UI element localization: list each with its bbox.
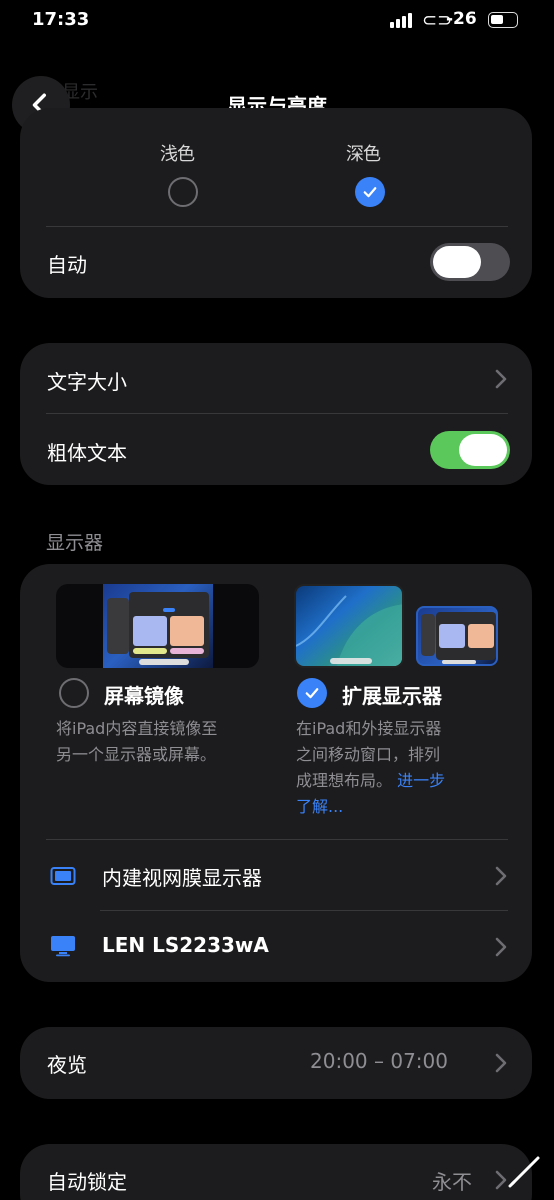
light-option-label: 浅色 [160,144,195,165]
night-shift-value: 20:00 – 07:00 [310,1049,448,1073]
chevron-right-icon[interactable] [494,1053,508,1073]
mirror-preview[interactable] [56,584,259,668]
mirror-description: 将iPad内容直接镜像至 另一个显示器或屏幕。 [56,719,218,764]
light-radio[interactable] [168,177,198,207]
ipad-display-icon [50,867,76,885]
extend-title[interactable]: 扩展显示器 [342,680,442,709]
chevron-right-icon[interactable] [494,937,508,957]
signal-strength-text: -26 [446,9,477,29]
dark-radio[interactable] [355,177,385,207]
night-shift-label[interactable]: 夜览 [47,1049,87,1078]
extend-preview-ipad[interactable] [416,606,498,666]
auto-toggle[interactable] [430,243,510,281]
page: 17:33 ⊂⊃ -26 显示 显示与亮度 浅色 深色 自动 文字大小 粗体文本… [0,0,554,1200]
divider [46,226,508,227]
divider [46,413,508,414]
extend-radio[interactable] [297,678,327,708]
auto-lock-value: 永不 [432,1170,472,1194]
battery-icon [488,12,518,28]
auto-label: 自动 [47,253,87,277]
auto-lock-label[interactable]: 自动锁定 [47,1166,127,1195]
checkmark-icon [305,688,319,699]
mirror-title[interactable]: 屏幕镜像 [104,680,184,709]
toggle-knob [459,434,507,466]
chevron-right-icon[interactable] [494,866,508,886]
status-time: 17:33 [32,9,90,30]
night-shift-group[interactable] [20,1027,532,1099]
dark-option-label: 深色 [346,144,381,165]
checkmark-icon [363,187,377,198]
mirror-radio[interactable] [59,678,89,708]
signal-icon [390,12,414,28]
toggle-knob [433,246,481,278]
divider [46,839,508,840]
extend-description: 在iPad和外接显示器 之间移动窗口，排列 成理想布局。 进一步 了解... [296,719,446,816]
pencil-icon [508,1156,540,1188]
monitor-icon [51,936,75,957]
chevron-right-icon[interactable] [494,369,508,389]
chevron-right-icon[interactable] [494,1170,508,1190]
divider [100,910,508,911]
displays-section-header: 显示器 [46,532,104,554]
bold-text-toggle[interactable] [430,431,510,469]
status-bar: 17:33 ⊂⊃ -26 [0,0,554,40]
wallpaper-swirl [296,595,402,666]
bold-text-label: 粗体文本 [47,441,127,465]
external-display-label[interactable]: LEN LS2233wA [102,933,269,957]
ipad-screenshot [103,584,213,668]
builtin-display-label[interactable]: 内建视网膜显示器 [102,862,262,891]
extend-preview-external[interactable] [294,584,404,668]
learn-more-link-cont[interactable]: 了解... [296,797,343,816]
text-size-label[interactable]: 文字大小 [47,366,127,395]
learn-more-link[interactable]: 进一步 [397,771,445,790]
